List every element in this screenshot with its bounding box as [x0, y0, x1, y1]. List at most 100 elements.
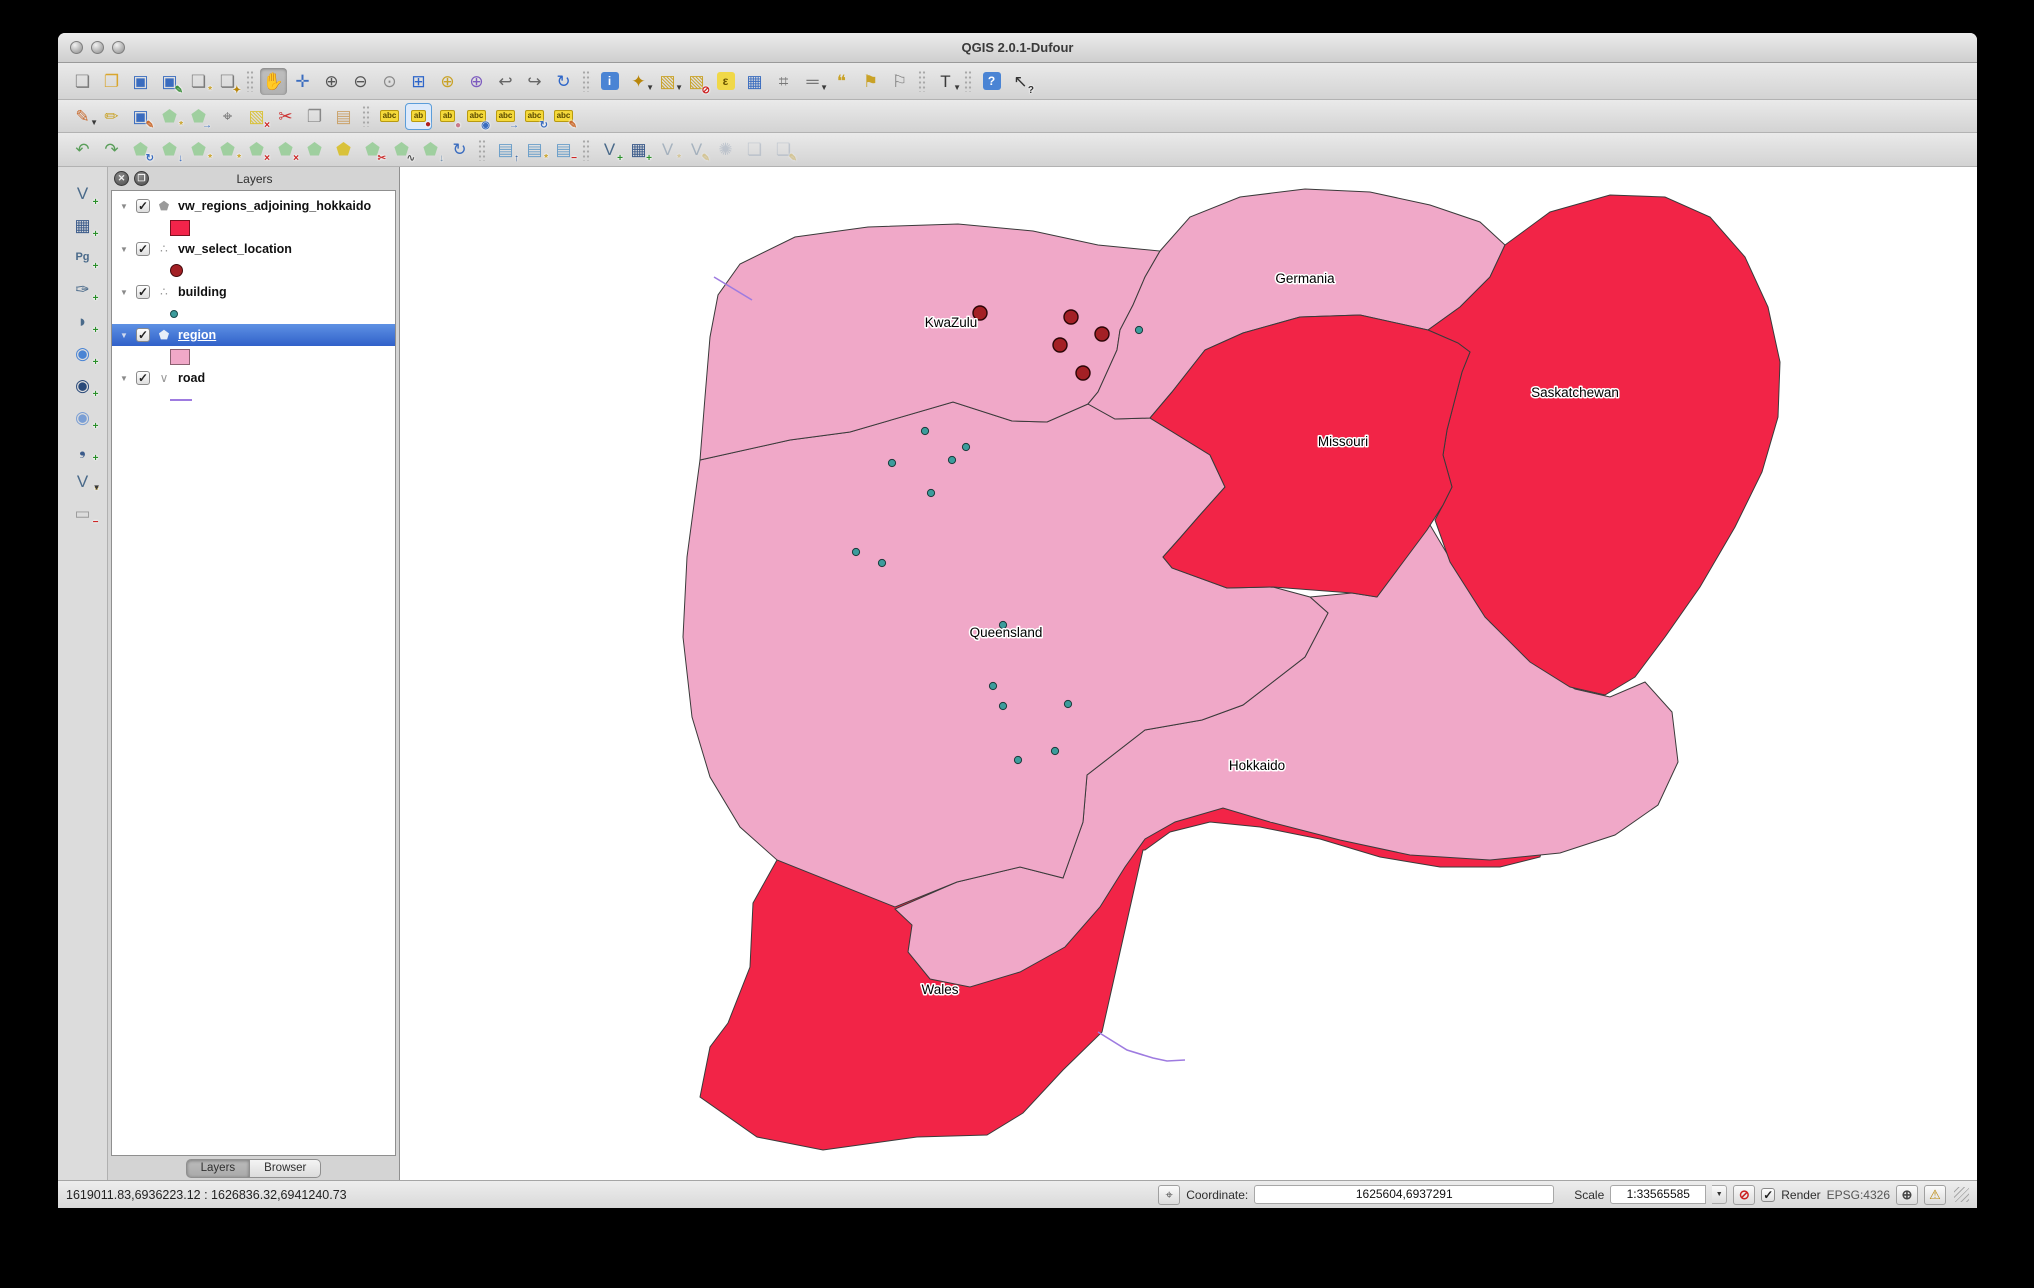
expand-arrow-icon[interactable]: ▼ — [120, 288, 131, 297]
add-wms-layer-button[interactable]: ◉ + — [67, 339, 98, 368]
pan-map-tool[interactable]: ✋ — [260, 67, 287, 95]
show-bookmarks-button[interactable]: ⚐ — [886, 68, 913, 95]
layer-visibility-checkbox[interactable]: ✓ — [136, 285, 150, 299]
zoom-to-layer-tool[interactable]: ⊕ — [463, 68, 490, 95]
layer-item-road[interactable]: ▼ ✓ ∨ road — [112, 367, 395, 389]
layer-item-vw_regions_adjoining_hokkaido[interactable]: ▼ ✓ ⬟ vw_regions_adjoining_hokkaido — [112, 195, 395, 217]
layer-remove-button[interactable]: ▤ − — [550, 136, 577, 164]
title-bar[interactable]: QGIS 2.0.1-Dufour — [58, 33, 1977, 63]
crs-globe-icon[interactable]: ⊕ — [1896, 1184, 1918, 1205]
coordinate-input[interactable]: 1625604,6937291 — [1254, 1185, 1555, 1204]
layer-import-button[interactable]: ▤ ↑ — [492, 136, 519, 164]
rotate-feature-tool[interactable]: ⬟ ↻ — [127, 136, 154, 164]
map-tips-tool[interactable]: ❝ — [828, 68, 855, 95]
change-label-tool[interactable]: abc ✎ — [550, 103, 577, 130]
new-bookmark-button[interactable]: ⚑ — [857, 68, 884, 95]
add-mssql-layer-button[interactable]: ◗ + — [67, 307, 98, 336]
layer-visibility-checkbox[interactable]: ✓ — [136, 328, 150, 342]
undo-button[interactable]: ↶ — [69, 136, 96, 163]
composer-manager-button[interactable]: ❏ ✦ — [214, 68, 241, 96]
add-spatialite-layer-button[interactable]: ✑ + — [67, 275, 98, 304]
scale-combo[interactable]: 1:33565585 — [1610, 1185, 1707, 1204]
zoom-window-button[interactable] — [112, 41, 125, 54]
select-features-tool-dropdown-icon[interactable]: ▼ — [675, 83, 683, 92]
layer-item-vw_select_location[interactable]: ▼ ✓ ∴ vw_select_location — [112, 238, 395, 260]
move-label-tool[interactable]: abc → — [492, 103, 519, 130]
split-parts-tool[interactable]: ⬟ ∿ — [388, 136, 415, 164]
delete-selected-button[interactable]: ▧ × — [243, 103, 270, 131]
new-raster-tool[interactable]: ▦ + — [625, 136, 652, 164]
measure-tool-dropdown-icon[interactable]: ▼ — [820, 83, 828, 92]
new-shapefile-layer-button[interactable]: V * ▼ — [67, 467, 101, 496]
node-tool[interactable]: ⌖ — [214, 103, 241, 130]
render-checkbox[interactable]: ✓ — [1761, 1187, 1776, 1202]
add-vector-layer-button[interactable]: V + — [67, 179, 99, 208]
add-postgis-layer-button[interactable]: Pg + — [67, 243, 98, 272]
close-window-button[interactable] — [70, 41, 83, 54]
mouse-position-toggle-icon[interactable]: ⌖ — [1158, 1184, 1181, 1205]
zoom-out-tool[interactable]: ⊖ — [347, 68, 374, 95]
new-project-button[interactable]: ❏ — [69, 68, 96, 95]
toggle-editing-button[interactable]: ✏ — [98, 103, 125, 130]
text-annotation-tool-dropdown-icon[interactable]: ▼ — [953, 83, 961, 92]
layer-item-region[interactable]: ▼ ✓ ⬟ region — [112, 324, 395, 346]
layer-tree[interactable]: ▼ ✓ ⬟ vw_regions_adjoining_hokkaido ▼ ✓ ∴ vw_se… — [111, 190, 396, 1156]
zoom-full-tool[interactable]: ⊞ — [405, 68, 432, 95]
merge-features-tool[interactable]: ⬟ ↓ — [417, 136, 444, 164]
open-project-button[interactable]: ❐ — [98, 68, 125, 95]
offset-curve-tool[interactable]: ⬟ — [330, 136, 357, 163]
move-feature-tool[interactable]: ⬟ → — [185, 103, 212, 131]
delete-ring-tool[interactable]: ⬟ × — [243, 136, 270, 164]
cut-features-button[interactable]: ✂ — [272, 103, 299, 130]
expand-arrow-icon[interactable]: ▼ — [120, 202, 131, 211]
save-project-button[interactable]: ▣ — [127, 68, 154, 95]
add-raster-layer-button[interactable]: ▦ + — [67, 211, 98, 240]
remove-layer-button[interactable]: ▭ − — [67, 499, 98, 528]
delete-part-tool[interactable]: ⬟ × — [272, 136, 299, 164]
new-print-composer-button[interactable]: ❏ * — [185, 68, 212, 96]
new-shapefile-layer-button-dropdown-icon[interactable]: ▼ — [93, 484, 101, 492]
minimize-window-button[interactable] — [91, 41, 104, 54]
panel-float-icon[interactable]: ❐ — [134, 171, 149, 186]
run-feature-action-button[interactable]: ✦ ▼ — [625, 68, 654, 95]
expand-arrow-icon[interactable]: ▼ — [120, 374, 131, 383]
zoom-in-tool[interactable]: ⊕ — [318, 68, 345, 95]
current-edits-button-dropdown-icon[interactable]: ▼ — [90, 118, 98, 127]
layer-new-button[interactable]: ▤ * — [521, 136, 548, 164]
tab-layers[interactable]: Layers — [185, 1158, 251, 1178]
add-wcs-layer-button[interactable]: ◉ + — [67, 371, 98, 400]
layer-visibility-checkbox[interactable]: ✓ — [136, 199, 150, 213]
zoom-to-selection-tool[interactable]: ⊕ — [434, 68, 461, 95]
labeling-button[interactable]: abc — [376, 103, 403, 130]
expand-arrow-icon[interactable]: ▼ — [120, 245, 131, 254]
field-calculator-button[interactable]: ⌗ — [770, 68, 797, 95]
help-button[interactable]: ? — [978, 68, 1005, 95]
resize-grip[interactable] — [1954, 1187, 1969, 1202]
show-hidden-labels-tool[interactable]: abc ◉ — [463, 103, 490, 130]
layer-visibility-checkbox[interactable]: ✓ — [136, 371, 150, 385]
highlight-pinned-labels-tool[interactable]: ab ● — [434, 103, 461, 130]
rotate-point-symbols-tool[interactable]: ↻ — [446, 136, 473, 163]
rotate-label-tool[interactable]: abc ↻ — [521, 103, 548, 130]
simplify-feature-tool[interactable]: ⬟ ↓ — [156, 136, 183, 164]
refresh-map-button[interactable]: ↻ — [550, 68, 577, 95]
scale-combo-arrow-icon[interactable]: ▼ — [1712, 1185, 1728, 1204]
save-layer-edits-button[interactable]: ▣ ✎ — [127, 103, 154, 131]
expand-arrow-icon[interactable]: ▼ — [120, 331, 131, 340]
add-feature-tool[interactable]: ⬟ * — [156, 103, 183, 131]
zoom-last-tool[interactable]: ↩ — [492, 68, 519, 95]
copy-features-button[interactable]: ❐ — [301, 103, 328, 130]
new-vector-tool[interactable]: V + — [596, 136, 623, 164]
whats-this-button[interactable]: ↖? — [1007, 68, 1034, 96]
identify-features-tool[interactable]: i — [596, 68, 623, 95]
stop-render-icon[interactable]: ⊘ — [1733, 1184, 1756, 1205]
redo-button[interactable]: ↷ — [98, 136, 125, 163]
zoom-native-tool[interactable]: ⊙ — [376, 68, 403, 95]
layer-item-building[interactable]: ▼ ✓ ∴ building — [112, 281, 395, 303]
split-features-tool[interactable]: ⬟ ✂ — [359, 136, 386, 164]
add-part-tool[interactable]: ⬟ * — [214, 136, 241, 164]
deselect-features-button[interactable]: ▧ ⊘ — [683, 68, 710, 96]
add-ring-tool[interactable]: ⬟ * — [185, 136, 212, 164]
select-by-expression-button[interactable]: ε — [712, 68, 739, 95]
add-wfs-layer-button[interactable]: ◉ + — [67, 403, 98, 432]
